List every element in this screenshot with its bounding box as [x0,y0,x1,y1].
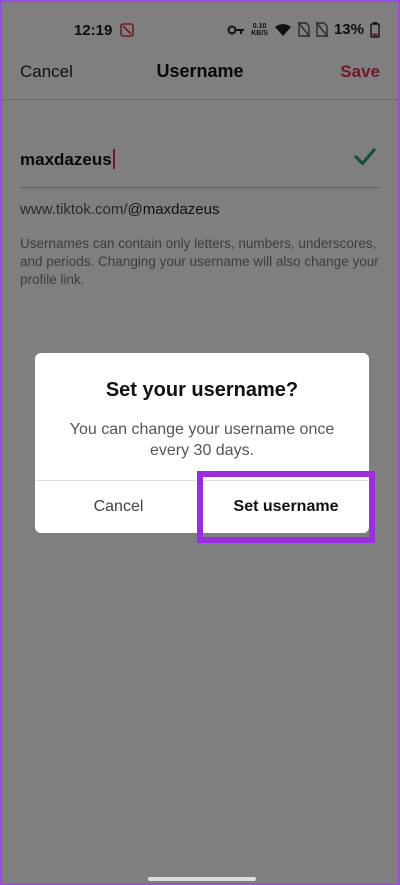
app-frame: 12:19 0.10 KB/S [0,0,400,885]
set-username-button[interactable]: Set username [197,471,375,543]
dialog-title: Set your username? [105,379,299,401]
home-indicator [148,877,256,881]
dialog-message: You can change your username once every … [69,421,335,459]
dialog-cancel-button[interactable]: Cancel [35,481,202,533]
confirm-dialog: Set your username? You can change your u… [35,353,375,543]
